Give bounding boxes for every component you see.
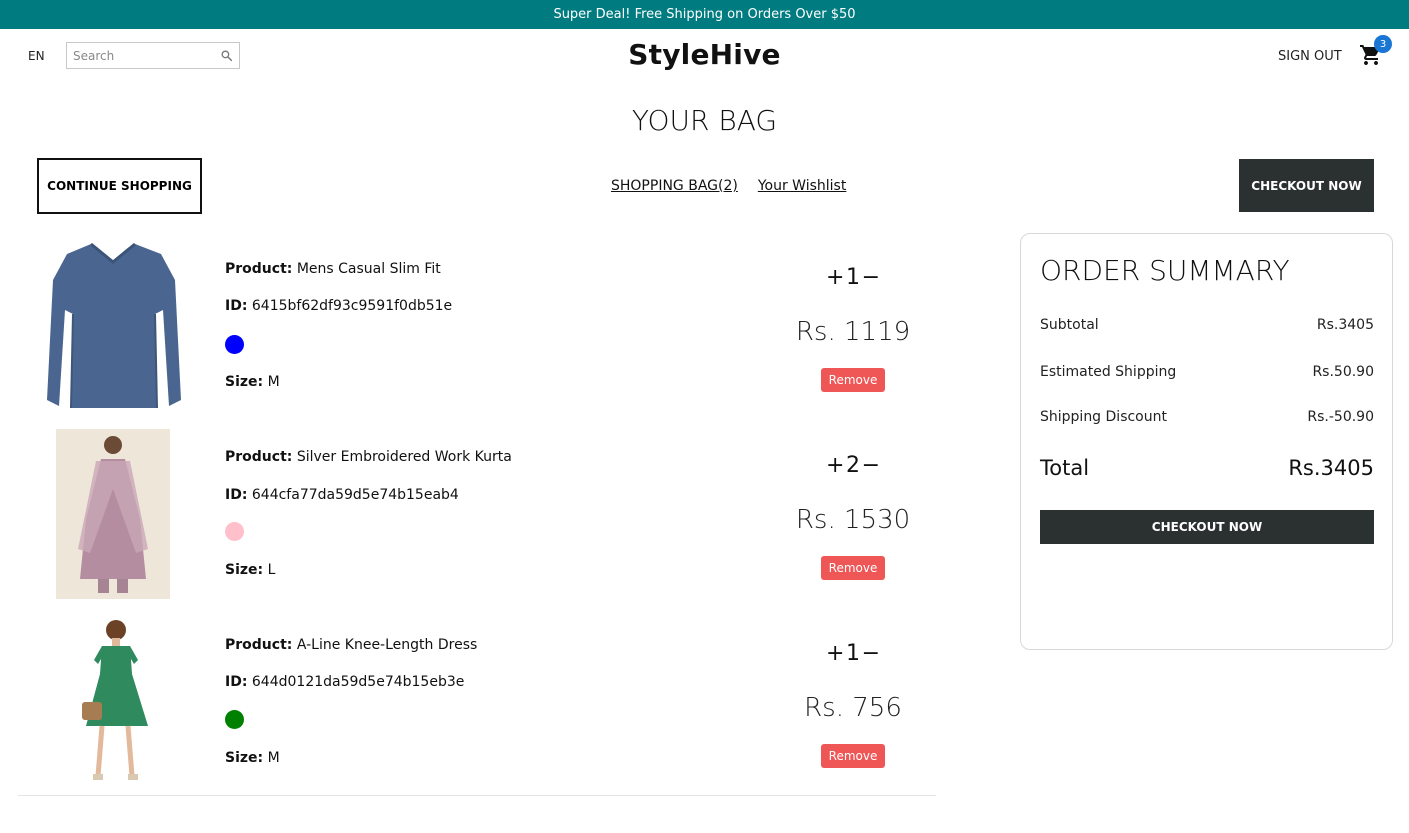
order-summary-title: ORDER SUMMARY: [1040, 254, 1290, 287]
product-name: A-Line Knee-Length Dress: [296, 637, 478, 653]
total-value: Rs.3405: [1288, 456, 1374, 480]
remove-button[interactable]: Remove: [821, 368, 885, 392]
order-summary-panel: ORDER SUMMARY Subtotal Rs.3405 Estimated…: [1020, 233, 1393, 650]
announcement-text: Super Deal! Free Shipping on Orders Over…: [553, 7, 856, 22]
quantity-stepper: + 1 −: [826, 265, 880, 290]
product-name-row: Product: Mens Casual Slim Fit: [225, 261, 441, 277]
product-name-row: Product: Silver Embroidered Work Kurta: [225, 449, 512, 465]
subtotal-row: Subtotal Rs.3405: [1040, 317, 1374, 333]
product-size-row: Size: L: [225, 562, 275, 578]
product-size-row: Size: M: [225, 750, 280, 766]
product-id-row: ID: 644d0121da59d5e74b15eb3e: [225, 674, 464, 690]
minus-icon[interactable]: −: [862, 453, 880, 478]
product-name: Mens Casual Slim Fit: [296, 261, 441, 277]
cart-item: Product: A-Line Knee-Length Dress ID: 64…: [18, 614, 936, 794]
remove-button[interactable]: Remove: [821, 744, 885, 768]
sign-out-link[interactable]: SIGN OUT: [1278, 49, 1342, 64]
search-container: [66, 42, 240, 69]
product-size-row: Size: M: [225, 374, 280, 390]
navbar: EN StyleHive SIGN OUT 3: [0, 29, 1409, 83]
bag-links: SHOPPING BAG(2) Your Wishlist: [611, 178, 846, 194]
total-label: Total: [1040, 456, 1090, 480]
product-size: L: [267, 562, 276, 578]
total-row: Total Rs.3405: [1040, 456, 1374, 480]
quantity-value: 1: [846, 265, 860, 290]
product-id-row: ID: 6415bf62df93c9591f0db51e: [225, 298, 452, 314]
discount-label: Shipping Discount: [1040, 409, 1167, 425]
product-name: Silver Embroidered Work Kurta: [296, 449, 512, 465]
product-image-kurta[interactable]: [18, 426, 208, 602]
remove-button[interactable]: Remove: [821, 556, 885, 580]
product-price: Rs. 1530: [795, 505, 911, 535]
plus-icon[interactable]: +: [826, 453, 844, 478]
product-label: Product:: [225, 261, 293, 277]
product-color-swatch: [225, 522, 244, 541]
divider: [18, 795, 936, 796]
quantity-value: 1: [846, 641, 860, 666]
wishlist-link[interactable]: Your Wishlist: [758, 178, 847, 194]
product-color-swatch: [225, 710, 244, 729]
size-label: Size:: [225, 750, 264, 766]
checkout-now-button[interactable]: CHECKOUT NOW: [1040, 510, 1374, 544]
cart-item: Product: Silver Embroidered Work Kurta I…: [18, 426, 936, 606]
page-title: YOUR BAG: [631, 104, 778, 137]
product-image-dress[interactable]: [18, 614, 208, 790]
search-icon[interactable]: [219, 49, 233, 63]
quantity-stepper: + 2 −: [826, 453, 880, 478]
product-price: Rs. 756: [804, 693, 902, 723]
minus-icon[interactable]: −: [862, 265, 880, 290]
product-color-swatch: [225, 335, 244, 354]
checkout-now-button-top[interactable]: CHECKOUT NOW: [1239, 159, 1374, 212]
shipping-discount-row: Shipping Discount Rs.-50.90: [1040, 409, 1374, 425]
subtotal-label: Subtotal: [1040, 317, 1099, 333]
size-label: Size:: [225, 562, 264, 578]
shipping-label: Estimated Shipping: [1040, 364, 1177, 380]
product-id: 644cfa77da59d5e74b15eab4: [251, 487, 459, 503]
product-size: M: [267, 750, 280, 766]
announcement-bar: Super Deal! Free Shipping on Orders Over…: [0, 0, 1409, 29]
product-label: Product:: [225, 637, 293, 653]
search-input[interactable]: [73, 48, 219, 63]
product-price: Rs. 1119: [795, 317, 911, 347]
estimated-shipping-row: Estimated Shipping Rs.50.90: [1040, 364, 1374, 380]
continue-shopping-button[interactable]: CONTINUE SHOPPING: [37, 158, 202, 214]
discount-value: Rs.-50.90: [1307, 409, 1374, 425]
minus-icon[interactable]: −: [862, 641, 880, 666]
quantity-value: 2: [846, 453, 860, 478]
product-id: 6415bf62df93c9591f0db51e: [251, 298, 453, 314]
plus-icon[interactable]: +: [826, 265, 844, 290]
plus-icon[interactable]: +: [826, 641, 844, 666]
product-id-row: ID: 644cfa77da59d5e74b15eab4: [225, 487, 459, 503]
subtotal-value: Rs.3405: [1316, 317, 1374, 333]
id-label: ID:: [225, 298, 248, 314]
product-name-row: Product: A-Line Knee-Length Dress: [225, 637, 477, 653]
quantity-stepper: + 1 −: [826, 641, 880, 666]
product-id: 644d0121da59d5e74b15eb3e: [251, 674, 465, 690]
cart-item: Product: Mens Casual Slim Fit ID: 6415bf…: [18, 238, 936, 418]
id-label: ID:: [225, 674, 248, 690]
shopping-bag-link[interactable]: SHOPPING BAG(2): [611, 178, 738, 194]
shipping-value: Rs.50.90: [1312, 364, 1374, 380]
cart-count-badge: 3: [1374, 35, 1392, 53]
id-label: ID:: [225, 487, 248, 503]
product-image-sweater[interactable]: [18, 238, 208, 414]
product-size: M: [267, 374, 280, 390]
size-label: Size:: [225, 374, 264, 390]
product-label: Product:: [225, 449, 293, 465]
language-label[interactable]: EN: [28, 49, 45, 63]
